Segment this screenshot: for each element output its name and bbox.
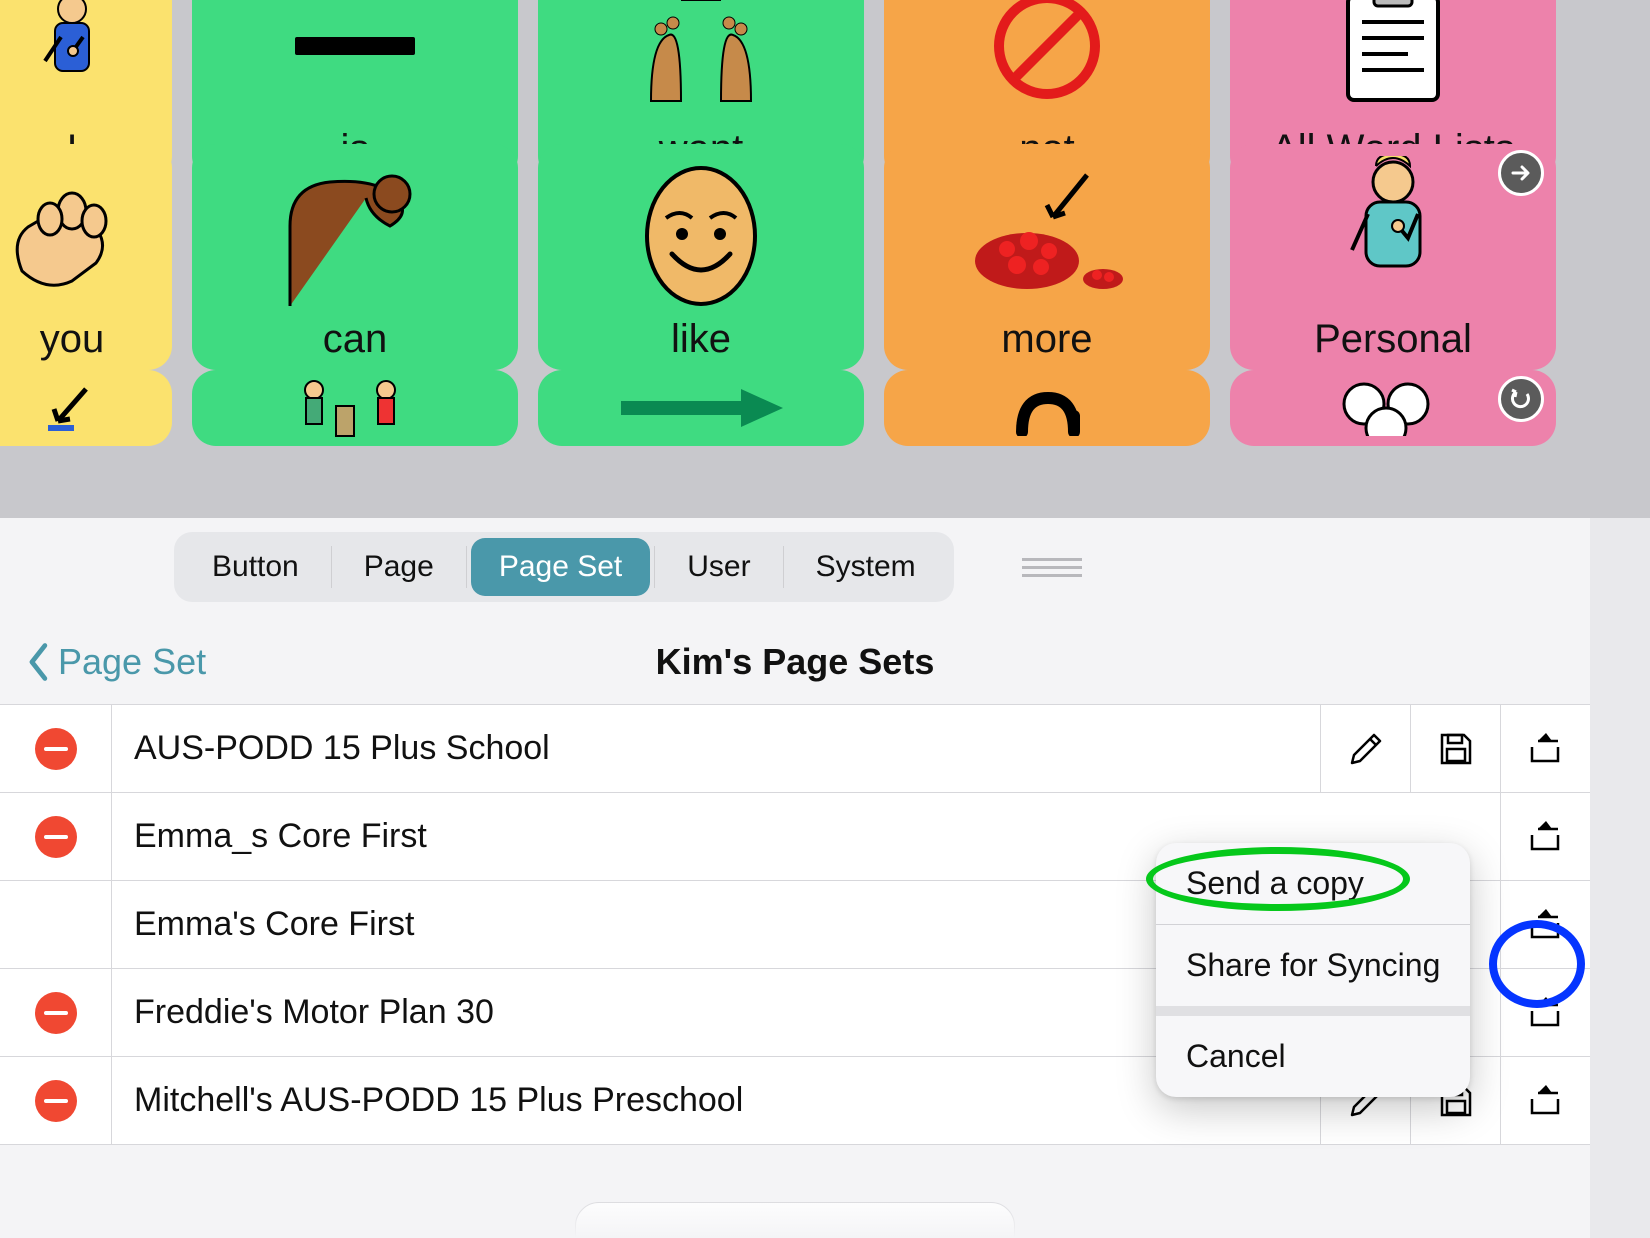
grid-cell-label: you bbox=[40, 317, 105, 362]
aac-grid: I is want not bbox=[0, 0, 1650, 520]
share-icon bbox=[1524, 727, 1568, 771]
grid-cell-label: like bbox=[671, 317, 731, 362]
grid-cell-personal[interactable]: Personal bbox=[1230, 144, 1556, 370]
person-point-self-icon bbox=[0, 0, 172, 127]
popover-send-copy[interactable]: Send a copy bbox=[1156, 843, 1470, 924]
share-icon bbox=[1524, 903, 1568, 947]
delete-button[interactable] bbox=[35, 816, 77, 858]
people-work-icon bbox=[192, 370, 518, 446]
bottom-pill bbox=[575, 1202, 1015, 1238]
tab-user[interactable]: User bbox=[659, 538, 778, 596]
header-bar: Page Set Kim's Page Sets bbox=[0, 620, 1590, 704]
grid-cell-can[interactable]: can bbox=[192, 144, 518, 370]
tab-page-set[interactable]: Page Set bbox=[471, 538, 650, 596]
pageset-name[interactable]: Mitchell's AUS-PODD 15 Plus Preschool bbox=[112, 1081, 1320, 1120]
share-icon bbox=[1524, 815, 1568, 859]
save-button[interactable] bbox=[1410, 705, 1500, 792]
page-title: Kim's Page Sets bbox=[0, 641, 1590, 683]
letter-a-icon bbox=[884, 370, 1210, 446]
segmented-tabs: Button Page Page Set User System bbox=[174, 532, 954, 602]
smile-egg-icon bbox=[538, 144, 864, 317]
edit-button[interactable] bbox=[1320, 705, 1410, 792]
grid-cell-partial-3[interactable] bbox=[538, 370, 864, 446]
pageset-name[interactable]: AUS-PODD 15 Plus School bbox=[112, 729, 1320, 768]
delete-button[interactable] bbox=[35, 992, 77, 1034]
share-icon bbox=[1524, 991, 1568, 1035]
tab-button[interactable]: Button bbox=[184, 538, 327, 596]
grid-cell-label: can bbox=[323, 317, 388, 362]
pile-arrow-icon bbox=[884, 144, 1210, 317]
share-popover: Send a copy Share for Syncing Cancel bbox=[1156, 843, 1470, 1097]
no-symbol-icon bbox=[884, 0, 1210, 127]
grid-cell-partial-5[interactable] bbox=[1230, 370, 1556, 446]
undo-icon bbox=[1498, 376, 1544, 422]
share-button[interactable] bbox=[1500, 705, 1590, 792]
grid-cell-label: more bbox=[1001, 317, 1092, 362]
share-button[interactable] bbox=[1500, 793, 1590, 880]
grid-cell-label: Personal bbox=[1314, 317, 1472, 362]
popover-cancel[interactable]: Cancel bbox=[1156, 1016, 1470, 1097]
share-icon bbox=[1524, 1079, 1568, 1123]
table-row: AUS-PODD 15 Plus School bbox=[0, 705, 1590, 793]
floppy-icon bbox=[1434, 727, 1478, 771]
share-button[interactable] bbox=[1500, 881, 1590, 968]
grid-cell-you[interactable]: you bbox=[0, 144, 172, 370]
drag-handle-icon[interactable] bbox=[1010, 554, 1094, 581]
grid-cell-partial-2[interactable] bbox=[192, 370, 518, 446]
clipboard-list-icon bbox=[1230, 0, 1556, 127]
grid-cell-partial-1[interactable] bbox=[0, 370, 172, 446]
grid-cell-partial-4[interactable] bbox=[884, 370, 1210, 446]
grid-cell-more[interactable]: more bbox=[884, 144, 1210, 370]
pointing-hand-icon bbox=[0, 144, 172, 317]
equals-dash-icon bbox=[192, 0, 518, 127]
flex-arm-icon bbox=[192, 144, 518, 317]
tab-system[interactable]: System bbox=[788, 538, 944, 596]
pageset-name[interactable]: Emma_s Core First bbox=[112, 817, 1320, 856]
chevron-left-icon bbox=[26, 642, 52, 682]
tab-page[interactable]: Page bbox=[336, 538, 462, 596]
popover-share-sync[interactable]: Share for Syncing bbox=[1156, 925, 1470, 1006]
side-gap bbox=[1590, 518, 1650, 1238]
delete-button[interactable] bbox=[35, 1080, 77, 1122]
right-arrow-thick-icon bbox=[538, 370, 864, 446]
back-label: Page Set bbox=[58, 641, 206, 683]
share-button[interactable] bbox=[1500, 969, 1590, 1056]
hands-reach-icon bbox=[538, 0, 864, 127]
pageset-name[interactable]: Emma's Core First bbox=[112, 905, 1320, 944]
share-button[interactable] bbox=[1500, 1057, 1590, 1144]
back-button[interactable]: Page Set bbox=[26, 641, 206, 683]
chevron-right-icon bbox=[1498, 150, 1544, 196]
delete-button[interactable] bbox=[35, 728, 77, 770]
down-arrow-icon bbox=[0, 370, 172, 446]
pageset-name[interactable]: Freddie's Motor Plan 30 bbox=[112, 993, 1320, 1032]
pencil-icon bbox=[1344, 727, 1388, 771]
grid-cell-like[interactable]: like bbox=[538, 144, 864, 370]
